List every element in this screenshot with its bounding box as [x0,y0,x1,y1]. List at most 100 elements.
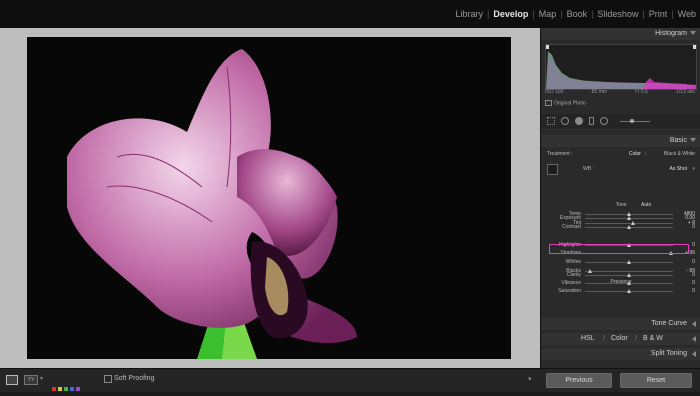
module-book[interactable]: Book [563,9,592,19]
soft-proofing-label: Soft Proofing [114,375,155,382]
color-label-swatches [52,378,82,396]
wb-dropdown-icon[interactable]: ▾ [692,166,695,172]
expand-triangle-icon[interactable] [692,336,696,342]
soft-proofing-checkbox[interactable] [104,375,112,383]
wb-select[interactable]: As Shot [669,166,687,172]
exif-shutter: 1/13 sec [676,89,695,95]
histogram-title: Histogram [655,30,687,37]
toolbar-menu-icon[interactable]: ▾ [528,375,532,383]
image-workarea [0,28,540,368]
histogram-exif: ISO 100 85 mm f / 5.6 1/13 sec [545,89,695,97]
slider-value[interactable]: 0 [692,224,695,230]
slider-value[interactable]: 0 [692,288,695,294]
module-library[interactable]: Library [451,9,487,19]
tool-strip [541,114,700,128]
iris-flower-image [27,37,511,359]
treatment-bw[interactable]: Black & White [664,151,695,157]
tone-auto-button[interactable]: Auto [641,202,651,208]
slider-row-exposure: Exposure 0.00 [541,214,700,223]
module-bar: Library | Develop | Map | Book | Slideshow | … [0,0,700,28]
bw-tab[interactable]: B & W [643,335,663,342]
develop-right-panel: Histogram ISO 100 85 mm f / 5.6 1/13 sec… [540,28,700,368]
expand-triangle-icon[interactable] [692,351,696,357]
red-label-swatch[interactable] [52,387,56,391]
collapse-triangle-icon[interactable] [690,138,696,142]
slider-value[interactable]: 0 [692,259,695,265]
hsl-tab[interactable]: HSL [581,335,595,342]
original-photo-label: Original Photo [545,100,586,106]
slider-track[interactable] [585,260,673,264]
slider-thumb[interactable] [627,289,631,293]
slider-row-whites: Whites 0 [541,258,700,267]
module-develop[interactable]: Develop [489,9,532,19]
expand-triangle-icon[interactable] [692,321,696,327]
color-tab[interactable]: Color [611,335,628,342]
treatment-color[interactable]: Color [629,151,641,157]
slider-label: Exposure [559,215,581,221]
before-after-icon[interactable]: YY [24,375,38,385]
split-toning-header[interactable]: Split Toning [541,348,700,360]
slider-thumb[interactable] [627,216,631,220]
module-map[interactable]: Map [535,9,561,19]
slider-row-contrast: Contrast 0 [541,223,700,232]
original-photo-icon [545,100,552,106]
hsl-separator: / [603,335,605,342]
slider-value[interactable]: 0.00 [685,215,695,221]
tone-curve-title: Tone Curve [651,320,687,327]
slider-thumb[interactable] [627,260,631,264]
wb-row: WB : As Shot ▾ [541,164,700,175]
module-web[interactable]: Web [674,9,700,19]
adjustment-brush-handle[interactable] [630,118,634,123]
tone-curve-header[interactable]: Tone Curve [541,318,700,330]
photo-preview[interactable] [27,37,511,359]
split-toning-title: Split Toning [650,350,687,357]
slider-value[interactable]: 0 [692,242,695,248]
slider-row-saturation: Saturation 0 [541,287,700,296]
histogram-graph [545,44,697,90]
exif-focal: 85 mm [591,89,607,95]
treatment-separator: / [645,151,647,157]
presence-header: Presence [541,279,700,285]
slider-track[interactable] [585,216,673,220]
blue-label-swatch[interactable] [70,387,74,391]
exif-iso: ISO 100 [545,89,564,95]
slider-track[interactable] [585,273,673,277]
crop-tool-icon[interactable] [547,117,555,125]
previous-button[interactable]: Previous [546,373,612,388]
slider-value[interactable]: 0 [692,272,695,278]
shadows-highlight-box [549,244,689,254]
graduated-filter-icon[interactable] [589,117,594,125]
hsl-header[interactable]: HSL / Color / B & W [541,333,700,345]
slider-label: Contrast [562,224,581,230]
green-label-swatch[interactable] [64,387,68,391]
histogram-header[interactable]: Histogram [541,28,700,40]
bottom-toolbar: YY ▾ Soft Proofing ▾ Previous Reset [0,368,700,392]
basic-header[interactable]: Basic [541,135,700,147]
eyedropper-icon[interactable] [547,164,558,175]
purple-label-swatch[interactable] [76,387,80,391]
slider-label: Saturation [558,288,581,294]
presence-label: Presence [610,279,632,285]
module-picker: Library | Develop | Map | Book | Slideshow | … [451,0,700,28]
before-after-dropdown-icon[interactable]: ▾ [40,375,43,382]
radial-filter-icon[interactable] [600,117,608,125]
yellow-label-swatch[interactable] [58,387,62,391]
adjustment-brush-slider[interactable] [620,118,650,123]
histogram-plot [546,45,696,89]
spot-removal-icon[interactable] [561,117,569,125]
exif-aperture: f / 5.6 [635,89,648,95]
collapse-triangle-icon[interactable] [690,31,696,35]
slider-label: Clarity [566,272,581,278]
slider-track[interactable] [585,225,673,229]
module-print[interactable]: Print [645,9,672,19]
module-slideshow[interactable]: Slideshow [593,9,642,19]
tone-label: Tone [615,202,627,208]
red-eye-icon[interactable] [575,117,583,125]
slider-track[interactable] [585,289,673,293]
loupe-view-icon[interactable] [6,375,18,385]
slider-thumb[interactable] [627,225,631,229]
slider-thumb[interactable] [627,273,631,277]
hsl-separator: / [635,335,637,342]
reset-button[interactable]: Reset [620,373,692,388]
tone-header: Tone Auto [541,202,700,208]
